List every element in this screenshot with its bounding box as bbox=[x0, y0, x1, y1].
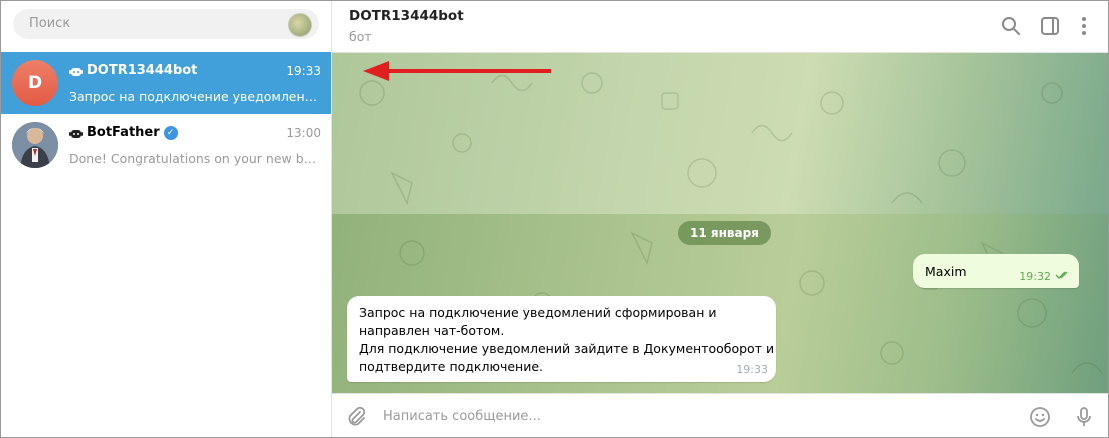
chat-name-text: BotFather bbox=[87, 125, 160, 140]
search-icon[interactable] bbox=[999, 14, 1023, 38]
chat-header: DOTR13444bot бот bbox=[332, 1, 1108, 53]
outgoing-message[interactable]: Maxim 19:32 bbox=[913, 254, 1079, 288]
incoming-message[interactable]: Запрос на подключение уведомлений сформи… bbox=[347, 296, 776, 382]
avatar: D bbox=[12, 60, 58, 106]
message-composer: Написать сообщение... bbox=[332, 393, 1108, 437]
chat-preview: Done! Congratulations on your new bot. .… bbox=[69, 151, 321, 166]
message-text: Maxim bbox=[925, 264, 967, 279]
account-avatar[interactable] bbox=[288, 13, 312, 37]
read-checkmarks-icon bbox=[1055, 271, 1068, 279]
more-vertical-icon[interactable] bbox=[1072, 14, 1096, 38]
message-line: направлен чат-ботом. bbox=[359, 323, 505, 338]
chat-list-sidebar: Поиск D DOTR13444bot 19:33 Запрос на под… bbox=[1, 1, 332, 437]
sidebar-toggle-icon[interactable] bbox=[1038, 14, 1062, 38]
emoji-icon[interactable] bbox=[1028, 405, 1052, 429]
chat-name: DOTR13444bot bbox=[69, 63, 197, 78]
date-separator: 11 января bbox=[678, 221, 771, 245]
attach-icon[interactable] bbox=[344, 405, 368, 429]
search-placeholder: Поиск bbox=[29, 16, 71, 31]
chat-preview: Запрос на подключение уведомлений ... bbox=[69, 89, 321, 104]
search-input[interactable]: Поиск bbox=[13, 9, 319, 39]
message-time: 19:32 bbox=[1019, 270, 1051, 283]
chat-name-text: DOTR13444bot bbox=[87, 63, 198, 78]
message-line: Запрос на подключение уведомлений сформи… bbox=[359, 305, 717, 320]
chat-time: 19:33 bbox=[286, 64, 321, 78]
avatar bbox=[12, 122, 58, 168]
bot-icon bbox=[69, 67, 83, 76]
botfather-avatar-image bbox=[12, 122, 58, 168]
bot-icon bbox=[69, 129, 83, 138]
telegram-window: Поиск D DOTR13444bot 19:33 Запрос на под… bbox=[0, 0, 1109, 438]
chat-title[interactable]: DOTR13444bot bbox=[349, 8, 464, 24]
chat-name: BotFather ✓ bbox=[69, 125, 178, 140]
chat-time: 13:00 bbox=[286, 126, 321, 140]
annotation-arrow-icon bbox=[363, 61, 551, 81]
message-line: подтвердите подключение. bbox=[359, 359, 544, 374]
chat-item-dotr13444bot[interactable]: D DOTR13444bot 19:33 Запрос на подключен… bbox=[1, 52, 331, 114]
message-line: Для подключение уведомлений зайдите в До… bbox=[359, 341, 775, 356]
message-time: 19:33 bbox=[736, 363, 768, 376]
microphone-icon[interactable] bbox=[1072, 405, 1096, 429]
chat-subtitle: бот bbox=[349, 29, 372, 44]
chat-item-botfather[interactable]: BotFather ✓ 13:00 Done! Congratulations … bbox=[1, 114, 331, 176]
message-area[interactable]: 11 января Maxim 19:32 Запрос на подключе… bbox=[332, 53, 1108, 393]
verified-icon: ✓ bbox=[163, 125, 178, 140]
message-input[interactable]: Написать сообщение... bbox=[383, 409, 541, 424]
